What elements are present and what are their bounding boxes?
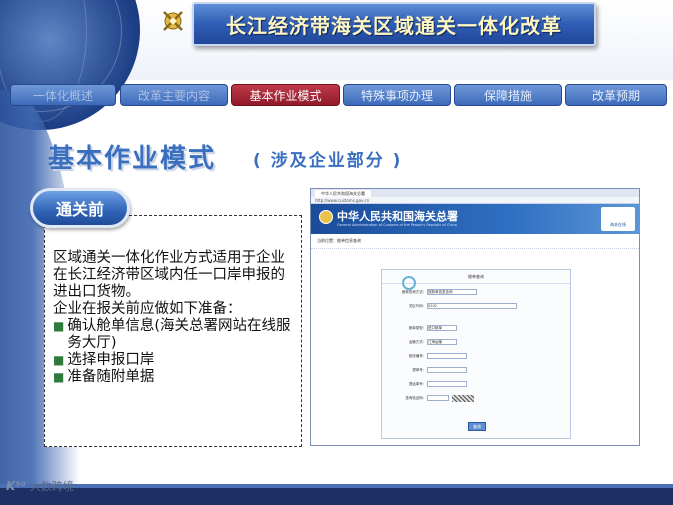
- list-item: ■ 准备随附单据: [53, 369, 155, 385]
- captcha-image: [452, 394, 474, 402]
- form-row: 运输方式: 江海运输: [390, 338, 457, 346]
- bullet-icon: ■: [53, 353, 65, 367]
- footer-logo: K⁵⁰ 大数跨境: [6, 478, 74, 494]
- browser-address-bar: http://www.customs.gov.cn: [311, 197, 639, 204]
- tab-safeguards[interactable]: 保障措施: [454, 84, 562, 106]
- customs-emblem-icon: [163, 11, 183, 31]
- manifest-query-form: 舱单查询 舱单查询方式: 按舱单信息查询 关区代码: 0202 舱单类型: 进口…: [381, 269, 571, 439]
- manifest-type-select[interactable]: 进口舱单: [427, 325, 457, 331]
- form-row: 查询验证码:: [390, 394, 474, 402]
- transport-mode-select[interactable]: 江海运输: [427, 339, 457, 345]
- embedded-browser-screenshot: 中华人民共和国海关总署 http://www.customs.gov.cn 中华…: [310, 188, 640, 446]
- paragraph-preparation: 企业在报关前应做如下准备：: [53, 301, 242, 317]
- query-mode-select[interactable]: 按舱单信息查询: [427, 289, 477, 295]
- page-title: 长江经济带海关区域通关一体化改革: [226, 13, 562, 38]
- list-item: ■ 确认舱单信息(海关总署网站在线服务大厅): [53, 318, 291, 351]
- site-banner: 中华人民共和国海关总署 General Administration of Cu…: [311, 204, 639, 234]
- flight-number-field[interactable]: [427, 353, 467, 359]
- bottom-bar: [0, 488, 673, 505]
- tab-basic-mode[interactable]: 基本作业模式: [231, 84, 340, 106]
- description-panel: 区域通关一体化作业方式适用于企业在长江经济带区域内任一口岸申报的进出口货物。 企…: [44, 215, 302, 447]
- bill-number-field[interactable]: [427, 367, 467, 373]
- customs-code-field[interactable]: 0202: [427, 303, 517, 309]
- site-title-en: General Administration of Customs of the…: [337, 223, 457, 227]
- tab-overview[interactable]: 一体化概述: [10, 84, 116, 106]
- brand-mark-icon: K⁵⁰: [6, 479, 26, 493]
- paragraph-applicability: 区域通关一体化作业方式适用于企业在长江经济带区域内任一口岸申报的进出口货物。: [53, 250, 285, 300]
- captcha-field[interactable]: [427, 395, 449, 401]
- tab-main-content[interactable]: 改革主要内容: [120, 84, 228, 106]
- list-item: ■ 选择申报口岸: [53, 352, 155, 368]
- online-service-logo: 海关在线: [601, 207, 635, 231]
- tab-special-matters[interactable]: 特殊事项办理: [343, 84, 451, 106]
- query-submit-button[interactable]: 查询: [468, 422, 486, 431]
- bullet-icon: ■: [53, 319, 65, 333]
- browser-titlebar: 中华人民共和国海关总署: [311, 189, 639, 197]
- form-row: 舱单类型: 进口舱单: [390, 324, 457, 332]
- brand-name: 大数跨境: [29, 480, 74, 493]
- slide: 长江经济带海关区域通关一体化改革 一体化概述 改革主要内容 基本作业模式 特殊事…: [0, 0, 673, 505]
- form-row: 航班编号:: [390, 352, 467, 360]
- form-row: 提运单号:: [390, 380, 467, 388]
- form-row: 提单号:: [390, 366, 467, 374]
- site-title: 中华人民共和国海关总署: [337, 210, 458, 223]
- waybill-number-field[interactable]: [427, 381, 467, 387]
- nav-tabs: 一体化概述 改革主要内容 基本作业模式 特殊事项办理 保障措施 改革预期: [10, 84, 670, 106]
- breadcrumb: 当前位置：舱单信息查询: [311, 234, 639, 249]
- tab-expectations[interactable]: 改革预期: [565, 84, 667, 106]
- bullet-icon: ■: [53, 370, 65, 384]
- section-subtitle: ( 涉及企业部分 ): [253, 151, 403, 171]
- form-row: 关区代码: 0202: [390, 302, 517, 310]
- customs-logo-icon: [319, 210, 333, 224]
- form-row: 舱单查询方式: 按舱单信息查询: [390, 288, 477, 296]
- section-title: 基本作业模式: [48, 144, 217, 174]
- stage-badge: 通关前: [30, 188, 130, 228]
- title-banner: 长江经济带海关区域通关一体化改革: [192, 2, 596, 46]
- browser-tab: 中华人民共和国海关总署: [315, 189, 371, 197]
